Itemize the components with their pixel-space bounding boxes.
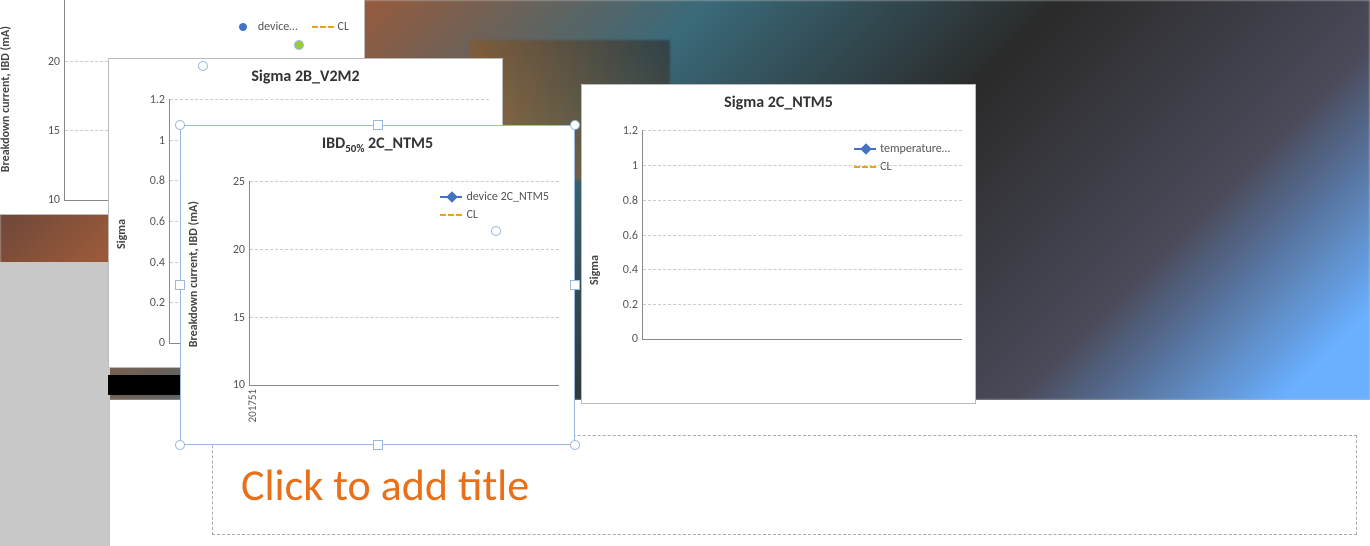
black-strip: [108, 375, 188, 395]
selection-handle-icon[interactable]: [491, 226, 501, 236]
chart-c-ylabel: Breakdown current, IBD (mA): [187, 201, 201, 347]
ytick: 15: [233, 311, 245, 325]
ytick: 20: [233, 243, 245, 257]
ytick: 1: [632, 159, 638, 173]
selection-handle-icon[interactable]: [373, 120, 383, 130]
ytick: 10: [48, 193, 60, 207]
title-placeholder-text: Click to add title: [241, 458, 529, 512]
ytick: 0.6: [623, 229, 638, 243]
ytick: 0.2: [623, 298, 638, 312]
chart-d-ylabel: Sigma: [588, 255, 602, 285]
selection-handle-icon[interactable]: [198, 61, 208, 71]
chart-d-plot: 1.2 1 0.8 0.6 0.4 0.2 0: [642, 130, 962, 340]
chart-d[interactable]: Sigma 2C_NTM5 Sigma temperature… CL 1.2 …: [581, 84, 976, 404]
selection-handle-icon[interactable]: [175, 440, 185, 450]
selection-handle-icon[interactable]: [373, 440, 383, 450]
title-prefix: IBD: [322, 134, 345, 153]
ytick: 0: [632, 332, 638, 346]
chart-c[interactable]: IBD50% 2C_NTM5 Breakdown current, IBD (m…: [180, 125, 575, 445]
ytick: 0.6: [150, 215, 165, 229]
chart-a-ylabel: Breakdown current, IBD (mA): [0, 26, 13, 172]
selection-handle-icon[interactable]: [570, 120, 580, 130]
ytick: 15: [48, 124, 60, 138]
chart-c-plot: 25 20 15 10 201751: [249, 181, 559, 386]
title-suffix: 2C_NTM5: [364, 134, 433, 153]
title-sub: 50%: [345, 142, 364, 155]
selection-handle-icon[interactable]: [570, 440, 580, 450]
ytick: 0.8: [623, 194, 638, 208]
ytick: 0: [159, 336, 165, 350]
chart-d-title: Sigma 2C_NTM5: [582, 85, 975, 112]
ytick: 0.4: [623, 263, 638, 277]
ytick: 1: [159, 134, 165, 148]
ytick: 20: [48, 55, 60, 69]
selection-handle-icon[interactable]: [175, 280, 185, 290]
ytick: 1.2: [150, 93, 165, 107]
ytick: 10: [233, 378, 245, 392]
chart-b-title: Sigma 2B_V2M2: [109, 59, 502, 86]
selection-handle-icon[interactable]: [570, 280, 580, 290]
app-gray-pane: [0, 262, 110, 546]
xtick: 201751: [246, 389, 259, 422]
chart-c-title: IBD50% 2C_NTM5: [181, 126, 574, 155]
ytick: 0.4: [150, 256, 165, 270]
rotation-handle-icon[interactable]: [294, 40, 304, 50]
ytick: 25: [233, 175, 245, 189]
ytick: 0.2: [150, 296, 165, 310]
ytick: 0.8: [150, 174, 165, 188]
title-placeholder[interactable]: Click to add title: [212, 435, 1357, 535]
ytick: 1.2: [623, 124, 638, 138]
chart-b-ylabel: Sigma: [115, 219, 129, 249]
selection-handle-icon[interactable]: [175, 120, 185, 130]
